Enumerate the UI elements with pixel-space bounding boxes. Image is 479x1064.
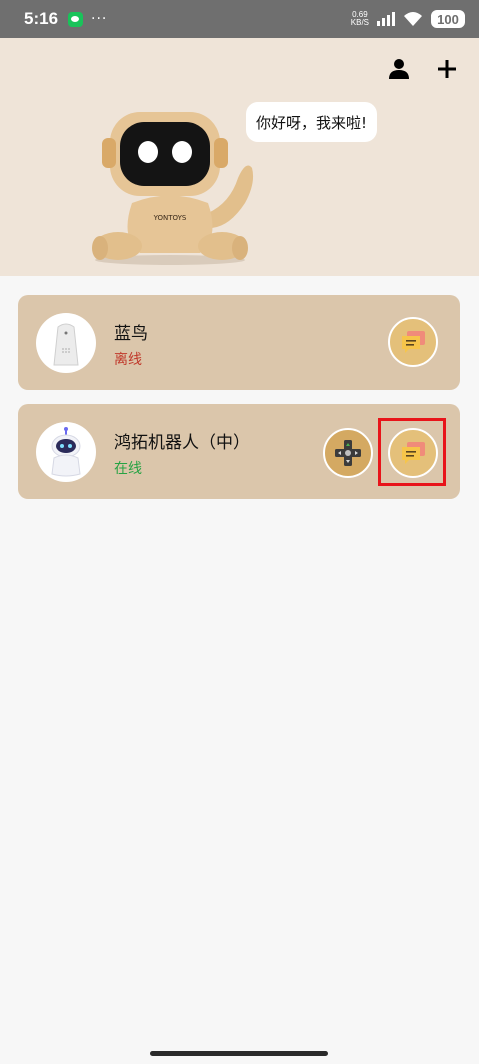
more-notifications-icon: ···	[91, 11, 108, 27]
user-profile-icon[interactable]	[388, 58, 410, 80]
gamepad-dpad-icon	[335, 440, 361, 466]
highlight-box	[378, 418, 446, 486]
hero-banner: YONTOYS 你好呀，我来啦!	[0, 38, 479, 276]
wifi-icon	[404, 12, 422, 26]
greeting-bubble: 你好呀，我来啦!	[246, 102, 378, 142]
wechat-notification-icon	[68, 11, 84, 27]
device-name: 蓝鸟	[114, 324, 148, 344]
device-status-online: 在线	[114, 461, 142, 477]
battery-indicator: 100	[431, 10, 465, 28]
device-card-hongtuo-robot[interactable]: 鸿拓机器人（中） 在线	[18, 404, 460, 499]
speaker-device-icon	[53, 323, 79, 366]
signal-icon	[377, 12, 395, 26]
device-name: 鸿拓机器人（中）	[114, 433, 250, 453]
network-speed: 0.69 KB/S	[351, 11, 369, 27]
robot-mascot-illustration: YONTOYS	[92, 112, 254, 265]
device-status-offline: 离线	[114, 352, 142, 368]
chat-icon	[402, 331, 425, 353]
status-time: 5:16	[24, 9, 59, 28]
robot-brand-label: YONTOYS	[153, 214, 187, 222]
status-bar: 5:16 ··· 0.69 KB/S 100	[0, 0, 479, 38]
add-device-icon[interactable]	[436, 58, 458, 80]
device-avatar-robot	[36, 422, 96, 482]
home-indicator[interactable]	[150, 1051, 328, 1056]
device-card-lanniao[interactable]: 蓝鸟 离线	[18, 295, 460, 390]
device-avatar-speaker	[36, 313, 96, 373]
network-speed-unit: KB/S	[350, 18, 369, 27]
remote-control-button[interactable]	[323, 428, 373, 478]
robot-device-icon	[51, 427, 81, 477]
chat-button[interactable]	[388, 317, 438, 367]
